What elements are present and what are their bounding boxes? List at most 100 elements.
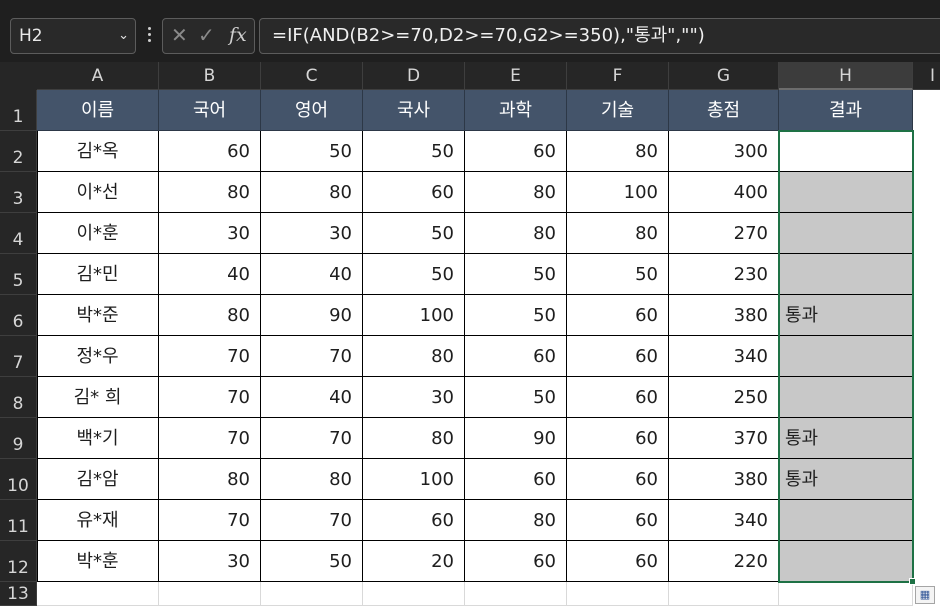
header-cell-a[interactable]: 이름: [37, 90, 159, 131]
column-header-d[interactable]: D: [363, 62, 465, 90]
data-cell[interactable]: 300: [669, 131, 779, 172]
data-cell[interactable]: 270: [669, 213, 779, 254]
data-cell[interactable]: 80: [465, 500, 567, 541]
data-cell[interactable]: 20: [363, 541, 465, 582]
chevron-down-icon[interactable]: ⌄: [118, 19, 129, 53]
empty-cell[interactable]: [37, 582, 159, 606]
data-cell[interactable]: 70: [159, 377, 261, 418]
empty-cell[interactable]: [669, 582, 779, 606]
data-cell[interactable]: 380: [669, 295, 779, 336]
column-header-c[interactable]: C: [261, 62, 363, 90]
row-header-3[interactable]: 3: [0, 172, 37, 213]
row-header-8[interactable]: 8: [0, 377, 37, 418]
data-cell[interactable]: 340: [669, 336, 779, 377]
column-header-g[interactable]: G: [669, 62, 779, 90]
data-cell[interactable]: 40: [159, 254, 261, 295]
data-cell[interactable]: 60: [567, 377, 669, 418]
result-cell[interactable]: [779, 131, 913, 172]
column-header-f[interactable]: F: [567, 62, 669, 90]
close-icon[interactable]: ✕: [171, 23, 188, 47]
data-cell[interactable]: 250: [669, 377, 779, 418]
header-cell-g[interactable]: 총점: [669, 90, 779, 131]
result-cell[interactable]: [779, 213, 913, 254]
column-header-i[interactable]: I: [913, 62, 940, 90]
formula-input[interactable]: =IF(AND(B2>=70,D2>=70,G2>=350),"통과",""): [259, 18, 940, 54]
result-cell[interactable]: [779, 377, 913, 418]
data-cell[interactable]: 80: [261, 459, 363, 500]
quick-analysis-icon[interactable]: ▦: [915, 586, 935, 604]
data-cell[interactable]: 220: [669, 541, 779, 582]
data-cell[interactable]: 30: [363, 377, 465, 418]
data-cell[interactable]: 40: [261, 254, 363, 295]
data-cell[interactable]: 70: [261, 500, 363, 541]
row-header-1[interactable]: 1: [0, 90, 37, 131]
row-header-11[interactable]: 11: [0, 500, 37, 541]
column-header-b[interactable]: B: [159, 62, 261, 90]
data-cell[interactable]: 60: [567, 541, 669, 582]
row-header-5[interactable]: 5: [0, 254, 37, 295]
data-cell[interactable]: 70: [159, 418, 261, 459]
empty-cell[interactable]: [159, 582, 261, 606]
check-icon[interactable]: ✓: [198, 23, 215, 47]
data-cell[interactable]: 60: [567, 418, 669, 459]
result-cell[interactable]: [779, 254, 913, 295]
data-cell[interactable]: 50: [465, 377, 567, 418]
data-cell[interactable]: 60: [159, 131, 261, 172]
data-cell[interactable]: 100: [363, 295, 465, 336]
data-cell[interactable]: 70: [261, 418, 363, 459]
data-cell[interactable]: 30: [159, 213, 261, 254]
fx-icon[interactable]: fx: [229, 24, 247, 46]
column-header-a[interactable]: A: [37, 62, 159, 90]
data-cell[interactable]: 80: [567, 213, 669, 254]
data-cell[interactable]: 김* 희: [37, 377, 159, 418]
data-cell[interactable]: 70: [159, 500, 261, 541]
more-options-icon[interactable]: [143, 24, 155, 48]
data-cell[interactable]: 80: [363, 418, 465, 459]
column-header-e[interactable]: E: [465, 62, 567, 90]
data-cell[interactable]: 70: [159, 336, 261, 377]
empty-cell[interactable]: [261, 582, 363, 606]
data-cell[interactable]: 40: [261, 377, 363, 418]
data-cell[interactable]: 백*기: [37, 418, 159, 459]
row-header-2[interactable]: 2: [0, 131, 37, 172]
fill-handle[interactable]: [909, 578, 916, 585]
row-header-10[interactable]: 10: [0, 459, 37, 500]
row-header-6[interactable]: 6: [0, 295, 37, 336]
data-cell[interactable]: 50: [363, 131, 465, 172]
data-cell[interactable]: 50: [567, 254, 669, 295]
data-cell[interactable]: 70: [261, 336, 363, 377]
data-cell[interactable]: 30: [159, 541, 261, 582]
data-cell[interactable]: 이*선: [37, 172, 159, 213]
data-cell[interactable]: 50: [261, 131, 363, 172]
empty-cell[interactable]: [567, 582, 669, 606]
data-cell[interactable]: 김*옥: [37, 131, 159, 172]
result-cell[interactable]: 통과: [779, 295, 913, 336]
header-cell-d[interactable]: 국사: [363, 90, 465, 131]
result-cell[interactable]: [779, 500, 913, 541]
data-cell[interactable]: 60: [465, 459, 567, 500]
result-cell[interactable]: 통과: [779, 418, 913, 459]
data-cell[interactable]: 90: [261, 295, 363, 336]
data-cell[interactable]: 50: [465, 295, 567, 336]
data-cell[interactable]: 박*훈: [37, 541, 159, 582]
data-cell[interactable]: 380: [669, 459, 779, 500]
data-cell[interactable]: 50: [363, 254, 465, 295]
result-cell[interactable]: [779, 541, 913, 582]
data-cell[interactable]: 80: [567, 131, 669, 172]
data-cell[interactable]: 100: [567, 172, 669, 213]
data-cell[interactable]: 80: [159, 172, 261, 213]
data-cell[interactable]: 60: [567, 459, 669, 500]
data-cell[interactable]: 정*우: [37, 336, 159, 377]
data-cell[interactable]: 30: [261, 213, 363, 254]
data-cell[interactable]: 100: [363, 459, 465, 500]
data-cell[interactable]: 230: [669, 254, 779, 295]
header-cell-b[interactable]: 국어: [159, 90, 261, 131]
data-cell[interactable]: 60: [567, 500, 669, 541]
data-cell[interactable]: 80: [159, 459, 261, 500]
data-cell[interactable]: 박*준: [37, 295, 159, 336]
column-header-h[interactable]: H: [779, 62, 913, 90]
data-cell[interactable]: 50: [465, 254, 567, 295]
header-cell-f[interactable]: 기술: [567, 90, 669, 131]
data-cell[interactable]: 80: [261, 172, 363, 213]
header-cell-h[interactable]: 결과: [779, 90, 913, 131]
